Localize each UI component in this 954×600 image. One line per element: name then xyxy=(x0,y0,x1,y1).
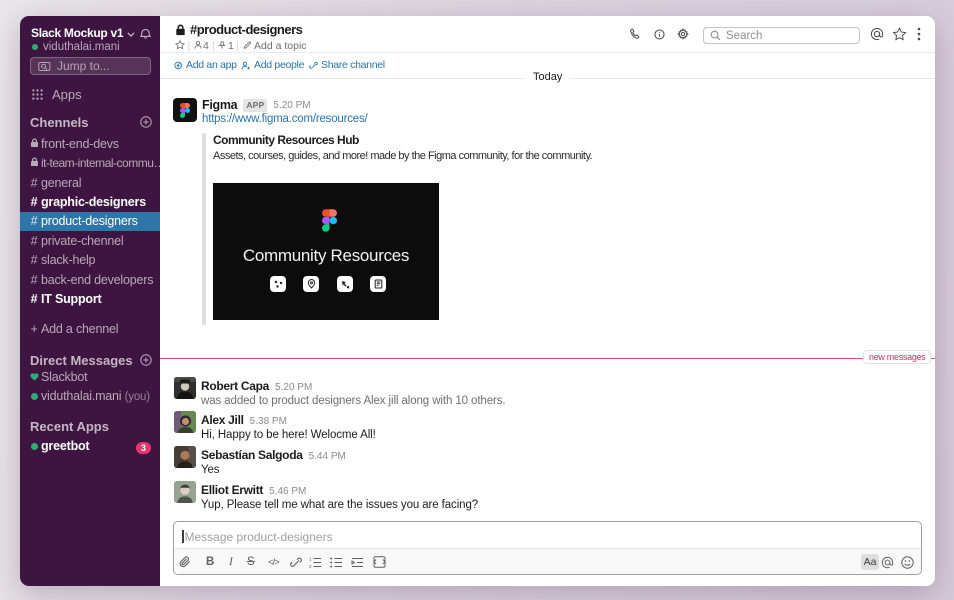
svg-text:1: 1 xyxy=(309,557,312,561)
svg-text:2: 2 xyxy=(309,564,312,568)
